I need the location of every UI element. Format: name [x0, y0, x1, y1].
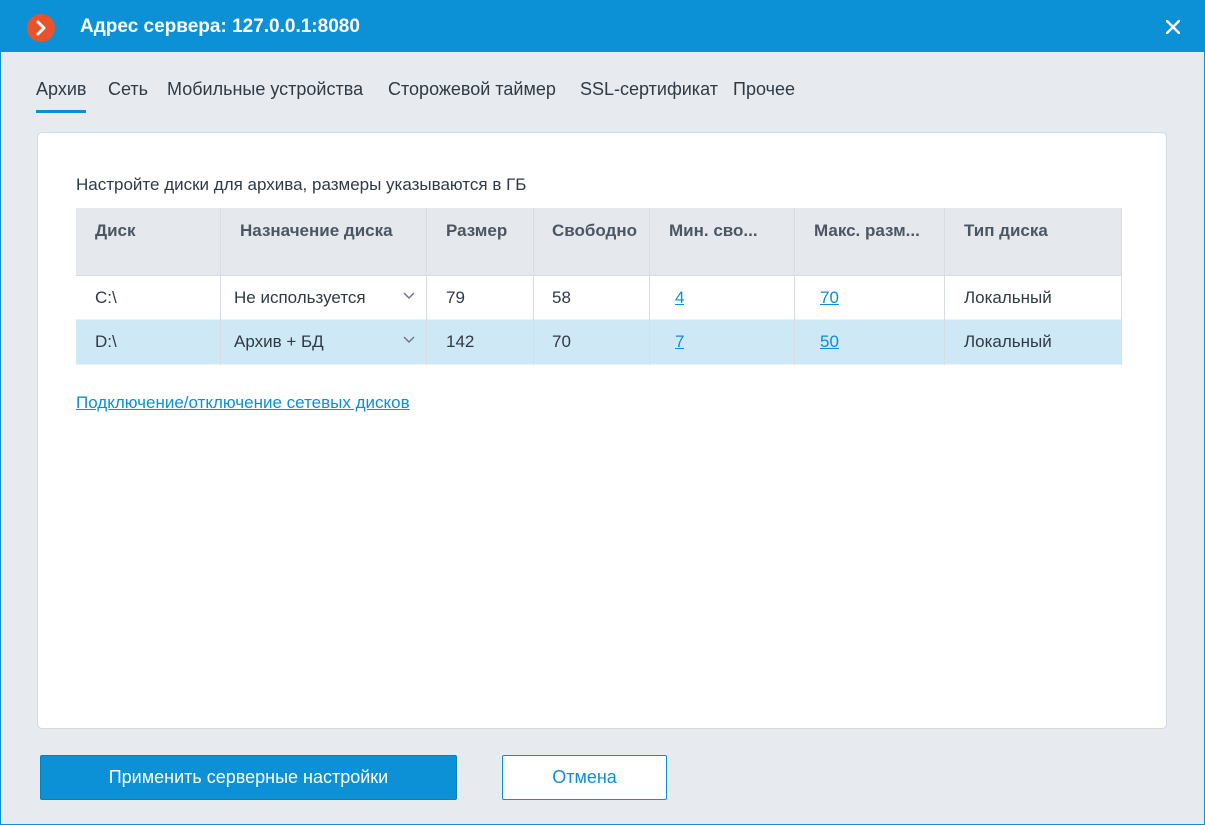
free-cell: 58 [552, 287, 571, 307]
column-divider [426, 208, 427, 365]
column-header-disk[interactable]: Диск [95, 208, 136, 275]
purpose-dropdown[interactable]: Не используется [221, 276, 427, 319]
network-disks-link[interactable]: Подключение/отключение сетевых дисков [76, 393, 410, 413]
chevron-down-icon [403, 292, 415, 299]
window-title: Адрес сервера: 127.0.0.1:8080 [80, 16, 360, 37]
disk-type-cell: Локальный [964, 287, 1052, 307]
column-header-min-free[interactable]: Мин. сво... [669, 208, 758, 275]
column-header-size[interactable]: Размер [446, 208, 507, 275]
close-button[interactable] [1159, 13, 1187, 41]
column-header-max-size[interactable]: Макс. разм... [814, 208, 920, 275]
chevron-down-icon [403, 336, 415, 343]
min-free-link[interactable]: 7 [675, 320, 684, 364]
app-logo-icon [27, 14, 55, 42]
size-cell: 79 [446, 287, 465, 307]
disk-type-cell: Локальный [964, 332, 1052, 351]
table-row[interactable]: D:\ Архив + БД 142 70 7 50 Локальный [76, 320, 1122, 365]
column-header-purpose[interactable]: Назначение диска [240, 208, 393, 275]
column-divider [649, 208, 650, 365]
cancel-button[interactable]: Отмена [502, 755, 667, 800]
table-header: Диск Назначение диска Размер Свободно Ми… [76, 208, 1122, 275]
apply-server-settings-button[interactable]: Применить серверные настройки [40, 755, 457, 800]
purpose-value: Архив + БД [234, 332, 324, 351]
disk-cell: C:\ [95, 287, 117, 307]
column-divider [1121, 208, 1122, 365]
column-header-free[interactable]: Свободно [552, 208, 637, 275]
free-cell: 70 [552, 332, 571, 351]
tab-ssl-certificate[interactable]: SSL-сертификат [580, 79, 718, 100]
size-cell: 142 [446, 332, 475, 351]
archive-hint: Настройте диски для архива, размеры указ… [76, 175, 527, 194]
purpose-value: Не используется [234, 287, 366, 307]
max-size-link[interactable]: 70 [820, 276, 839, 319]
column-header-disk-type[interactable]: Тип диска [964, 208, 1048, 275]
tab-other[interactable]: Прочее [733, 79, 795, 100]
max-size-link[interactable]: 50 [820, 320, 839, 364]
purpose-dropdown[interactable]: Архив + БД [221, 320, 427, 364]
table-row[interactable]: C:\ Не используется 79 58 4 70 Локальный [76, 275, 1122, 320]
tab-mobile-devices[interactable]: Мобильные устройства [167, 79, 363, 100]
column-divider [944, 208, 945, 365]
archive-panel: Настройте диски для архива, размеры указ… [37, 132, 1167, 729]
column-divider [220, 208, 221, 365]
tab-watchdog[interactable]: Сторожевой таймер [388, 79, 556, 100]
min-free-link[interactable]: 4 [675, 276, 684, 319]
disk-cell: D:\ [95, 332, 117, 351]
column-divider [533, 208, 534, 365]
title-bar: Адрес сервера: 127.0.0.1:8080 [1, 1, 1204, 52]
close-icon [1166, 20, 1180, 34]
column-divider [794, 208, 795, 365]
tab-network[interactable]: Сеть [108, 79, 148, 100]
tab-archive[interactable]: Архив [36, 79, 87, 113]
settings-window: Адрес сервера: 127.0.0.1:8080 Архив Сеть… [0, 0, 1205, 825]
